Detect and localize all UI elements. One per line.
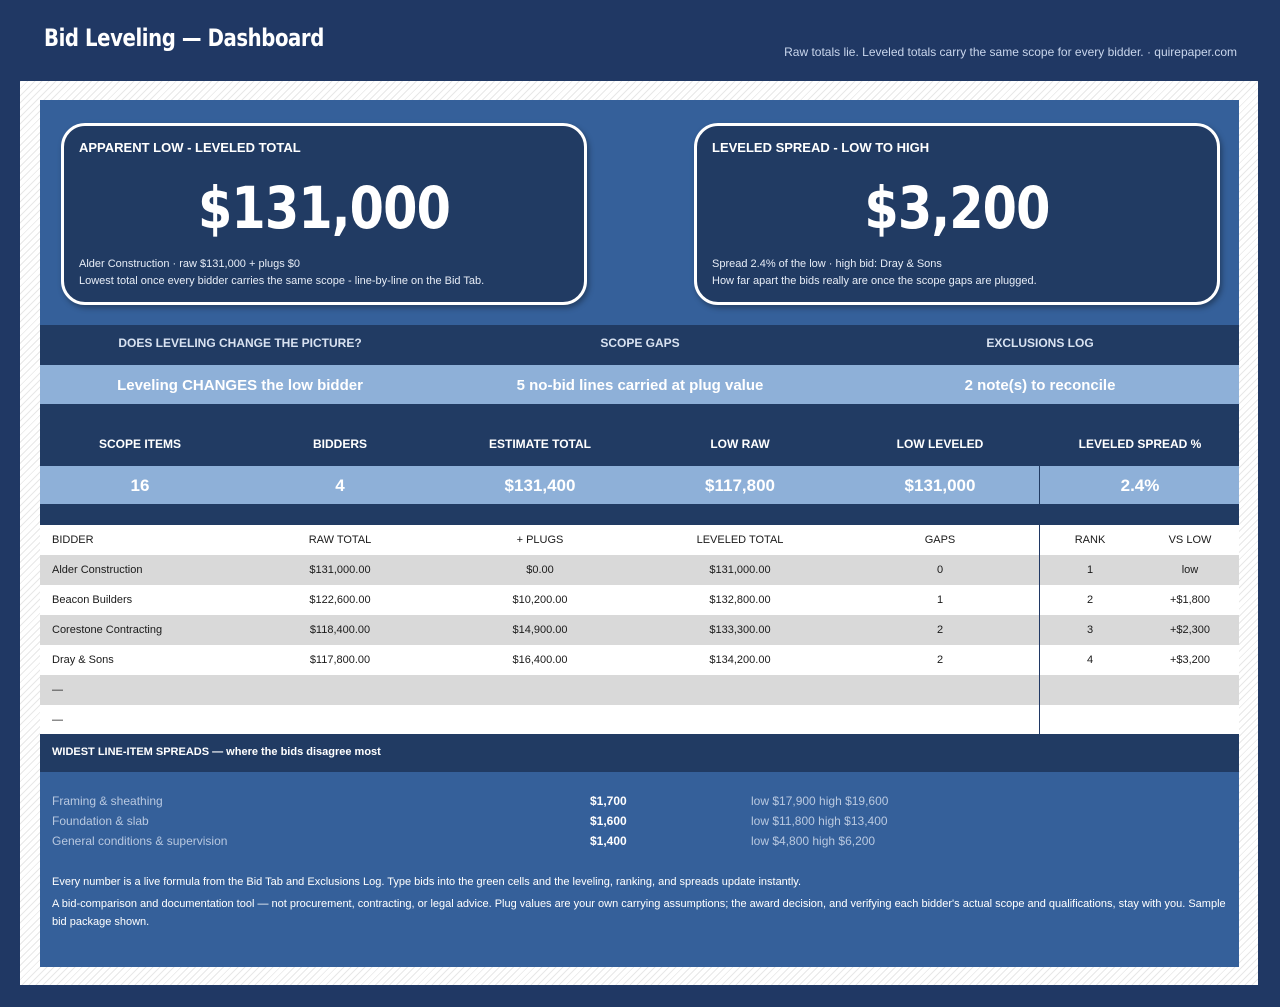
kpi-card-leveled-spread: LEVELED SPREAD - LOW TO HIGH $3,200 Spre… xyxy=(694,123,1220,305)
spread-range: low $17,900 high $19,600 xyxy=(751,794,889,808)
column-header-raw-total: RAW TOTAL xyxy=(308,534,372,546)
kpi-description: How far apart the bids really are once t… xyxy=(712,275,1037,287)
table-row: Dray & Sons $117,800.00 $16,400.00 $134,… xyxy=(40,645,1239,675)
cell-plugs: $0.00 xyxy=(526,564,554,576)
stat-value-scope-items: 16 xyxy=(130,476,150,495)
kpi-label: APPARENT LOW - LEVELED TOTAL xyxy=(79,140,301,155)
cell-plugs: $16,400.00 xyxy=(512,654,568,666)
stat-header-bidders: BIDDERS xyxy=(312,437,367,451)
status-value-scope-gaps: 5 no-bid lines carried at plug value xyxy=(516,377,764,394)
spread-range: low $11,800 high $13,400 xyxy=(751,814,888,828)
cell-vs-low: +$2,300 xyxy=(1169,624,1211,636)
cell-gaps: 2 xyxy=(936,624,944,636)
table-row: Corestone Contracting $118,400.00 $14,90… xyxy=(40,615,1239,645)
kpi-label: LEVELED SPREAD - LOW TO HIGH xyxy=(712,140,930,155)
cell-leveled-total: $132,800.00 xyxy=(709,594,771,606)
stat-value-bidders: 4 xyxy=(335,476,345,495)
column-header-rank: RANK xyxy=(1074,534,1106,546)
cell-raw-total: $118,400.00 xyxy=(309,624,371,636)
stat-header-scope-items: SCOPE ITEMS xyxy=(98,437,181,451)
stat-header-estimate-total: ESTIMATE TOTAL xyxy=(489,437,591,451)
cell-vs-low: +$3,200 xyxy=(1169,654,1211,666)
cell-plugs: $14,900.00 xyxy=(512,624,568,636)
stat-value-low-leveled: $131,000 xyxy=(904,476,976,495)
cell-raw-total: $122,600.00 xyxy=(309,594,371,606)
spread-amount: $1,600 xyxy=(590,814,627,828)
status-header-scope-gaps: SCOPE GAPS xyxy=(600,336,680,350)
spreads-title: WIDEST LINE-ITEM SPREADS — where the bid… xyxy=(52,746,381,758)
cell-leveled-total: $134,200.00 xyxy=(709,654,771,666)
table-header-row: BIDDER RAW TOTAL + PLUGS LEVELED TOTAL G… xyxy=(40,525,1239,555)
stat-header-low-raw: LOW RAW xyxy=(710,437,770,451)
column-header-leveled-total: LEVELED TOTAL xyxy=(696,534,784,546)
kpi-card-apparent-low: APPARENT LOW - LEVELED TOTAL $131,000 Al… xyxy=(61,123,587,305)
table-row: Alder Construction $131,000.00 $0.00 $13… xyxy=(40,555,1239,585)
cell-rank: 1 xyxy=(1086,564,1094,576)
cell-rank: 3 xyxy=(1086,624,1094,636)
cell-bidder: Dray & Sons xyxy=(52,654,114,666)
spread-range: low $4,800 high $6,200 xyxy=(751,834,876,848)
cell-gaps: 0 xyxy=(936,564,944,576)
status-header-exclusions: EXCLUSIONS LOG xyxy=(986,336,1094,350)
kpi-description: Lowest total once every bidder carries t… xyxy=(79,275,485,287)
stat-header-leveled-spread: LEVELED SPREAD % xyxy=(1078,437,1202,451)
footer-note-disclaimer: A bid-comparison and documentation tool … xyxy=(52,898,1226,928)
kpi-value: $131,000 xyxy=(197,174,451,242)
cell-bidder: Corestone Contracting xyxy=(52,624,163,636)
spread-amount: $1,700 xyxy=(590,794,627,808)
column-header-plugs: + PLUGS xyxy=(516,534,564,546)
cell-vs-low: low xyxy=(1181,564,1199,576)
page-subtitle: Raw totals lie. Leveled totals carry the… xyxy=(784,45,1237,59)
cell-gaps: 2 xyxy=(936,654,944,666)
status-value-exclusions: 2 note(s) to reconcile xyxy=(964,377,1116,394)
spread-name: Framing & sheathing xyxy=(52,794,163,808)
cell-raw-total: $131,000.00 xyxy=(309,564,371,576)
stat-value-low-raw: $117,800 xyxy=(705,476,775,495)
page-title: Bid Leveling — Dashboard xyxy=(44,24,324,52)
cell-gaps: 1 xyxy=(936,594,944,606)
table-divider xyxy=(1039,525,1040,734)
stat-value-estimate-total: $131,400 xyxy=(504,476,576,495)
table-row: — xyxy=(40,675,1239,705)
cell-rank: 4 xyxy=(1086,654,1094,666)
table-row: Beacon Builders $122,600.00 $10,200.00 $… xyxy=(40,585,1239,615)
column-header-gaps: GAPS xyxy=(924,534,956,546)
status-value-leveling: Leveling CHANGES the low bidder xyxy=(117,377,363,394)
table-row: — xyxy=(40,705,1239,735)
cell-leveled-total: $131,000.00 xyxy=(709,564,771,576)
column-header-vs-low: VS LOW xyxy=(1168,534,1212,546)
kpi-detail: Alder Construction · raw $131,000 + plug… xyxy=(79,258,301,270)
kpi-value: $3,200 xyxy=(864,174,1050,242)
cell-bidder: — xyxy=(52,714,63,726)
stat-value-leveled-spread: 2.4% xyxy=(1120,476,1160,495)
kpi-detail: Spread 2.4% of the low · high bid: Dray … xyxy=(712,258,942,270)
cell-raw-total: $117,800.00 xyxy=(309,654,371,666)
status-header-leveling: DOES LEVELING CHANGE THE PICTURE? xyxy=(118,336,362,350)
stats-header-band xyxy=(40,404,1239,466)
footer-note-formulas: Every number is a live formula from the … xyxy=(52,876,802,888)
stat-header-low-leveled: LOW LEVELED xyxy=(896,437,984,451)
cell-bidder: Alder Construction xyxy=(52,564,143,576)
cell-vs-low: +$1,800 xyxy=(1169,594,1211,606)
cell-leveled-total: $133,300.00 xyxy=(709,624,771,636)
cell-plugs: $10,200.00 xyxy=(512,594,568,606)
cell-bidder: Beacon Builders xyxy=(52,594,133,606)
stats-gap-band xyxy=(40,504,1239,525)
spread-amount: $1,400 xyxy=(590,834,627,848)
spread-name: Foundation & slab xyxy=(52,814,149,828)
cell-rank: 2 xyxy=(1086,594,1094,606)
column-header-bidder: BIDDER xyxy=(52,534,94,546)
spread-name: General conditions & supervision xyxy=(52,834,228,848)
cell-bidder: — xyxy=(52,684,63,696)
